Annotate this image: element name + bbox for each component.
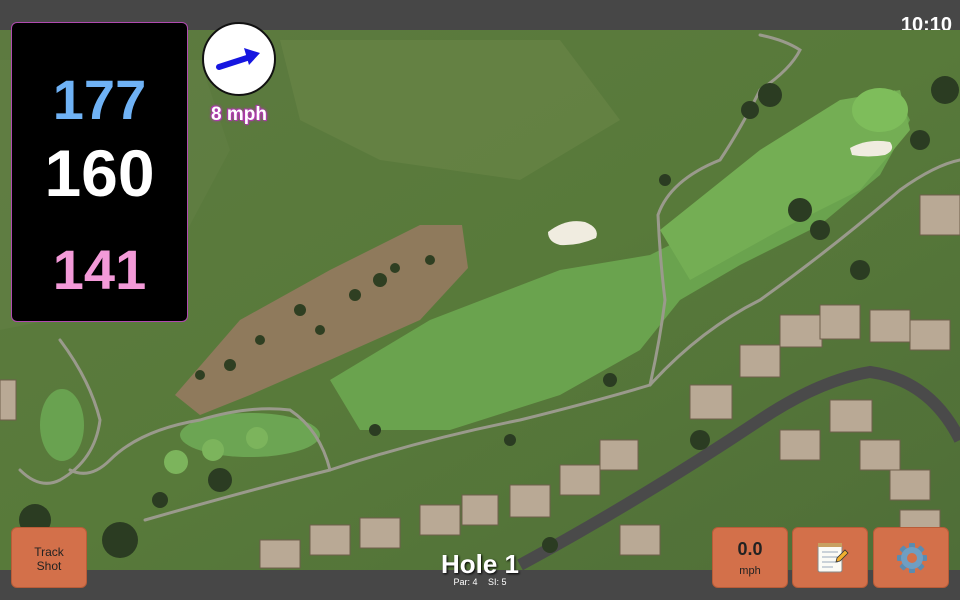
settings-button[interactable] bbox=[873, 527, 949, 588]
notes-button[interactable] bbox=[792, 527, 868, 588]
back-distance: 177 bbox=[52, 68, 147, 131]
center-distance: 160 bbox=[44, 136, 155, 210]
hole-si: SI: 5 bbox=[488, 577, 507, 587]
wind-arrow-icon bbox=[216, 48, 260, 70]
wind-indicator bbox=[202, 22, 276, 96]
speed-button[interactable]: 0.0 mph bbox=[712, 527, 788, 588]
hole-par: Par: 4 bbox=[453, 577, 478, 587]
gear-icon bbox=[897, 543, 927, 573]
track-shot-label: Track Shot bbox=[34, 545, 64, 573]
hole-title: Hole 1 bbox=[440, 549, 520, 579]
track-shot-button[interactable]: Track Shot bbox=[11, 527, 87, 588]
speed-unit: mph bbox=[739, 565, 761, 577]
hole-info: Par: 4 SI: 5 bbox=[400, 577, 560, 587]
wind-speed: 8 mph bbox=[211, 104, 267, 125]
speed-value: 0.0 bbox=[737, 539, 763, 559]
front-distance: 141 bbox=[52, 238, 147, 301]
distance-panel: 177 160 141 bbox=[11, 22, 188, 322]
notepad-icon bbox=[817, 543, 849, 573]
